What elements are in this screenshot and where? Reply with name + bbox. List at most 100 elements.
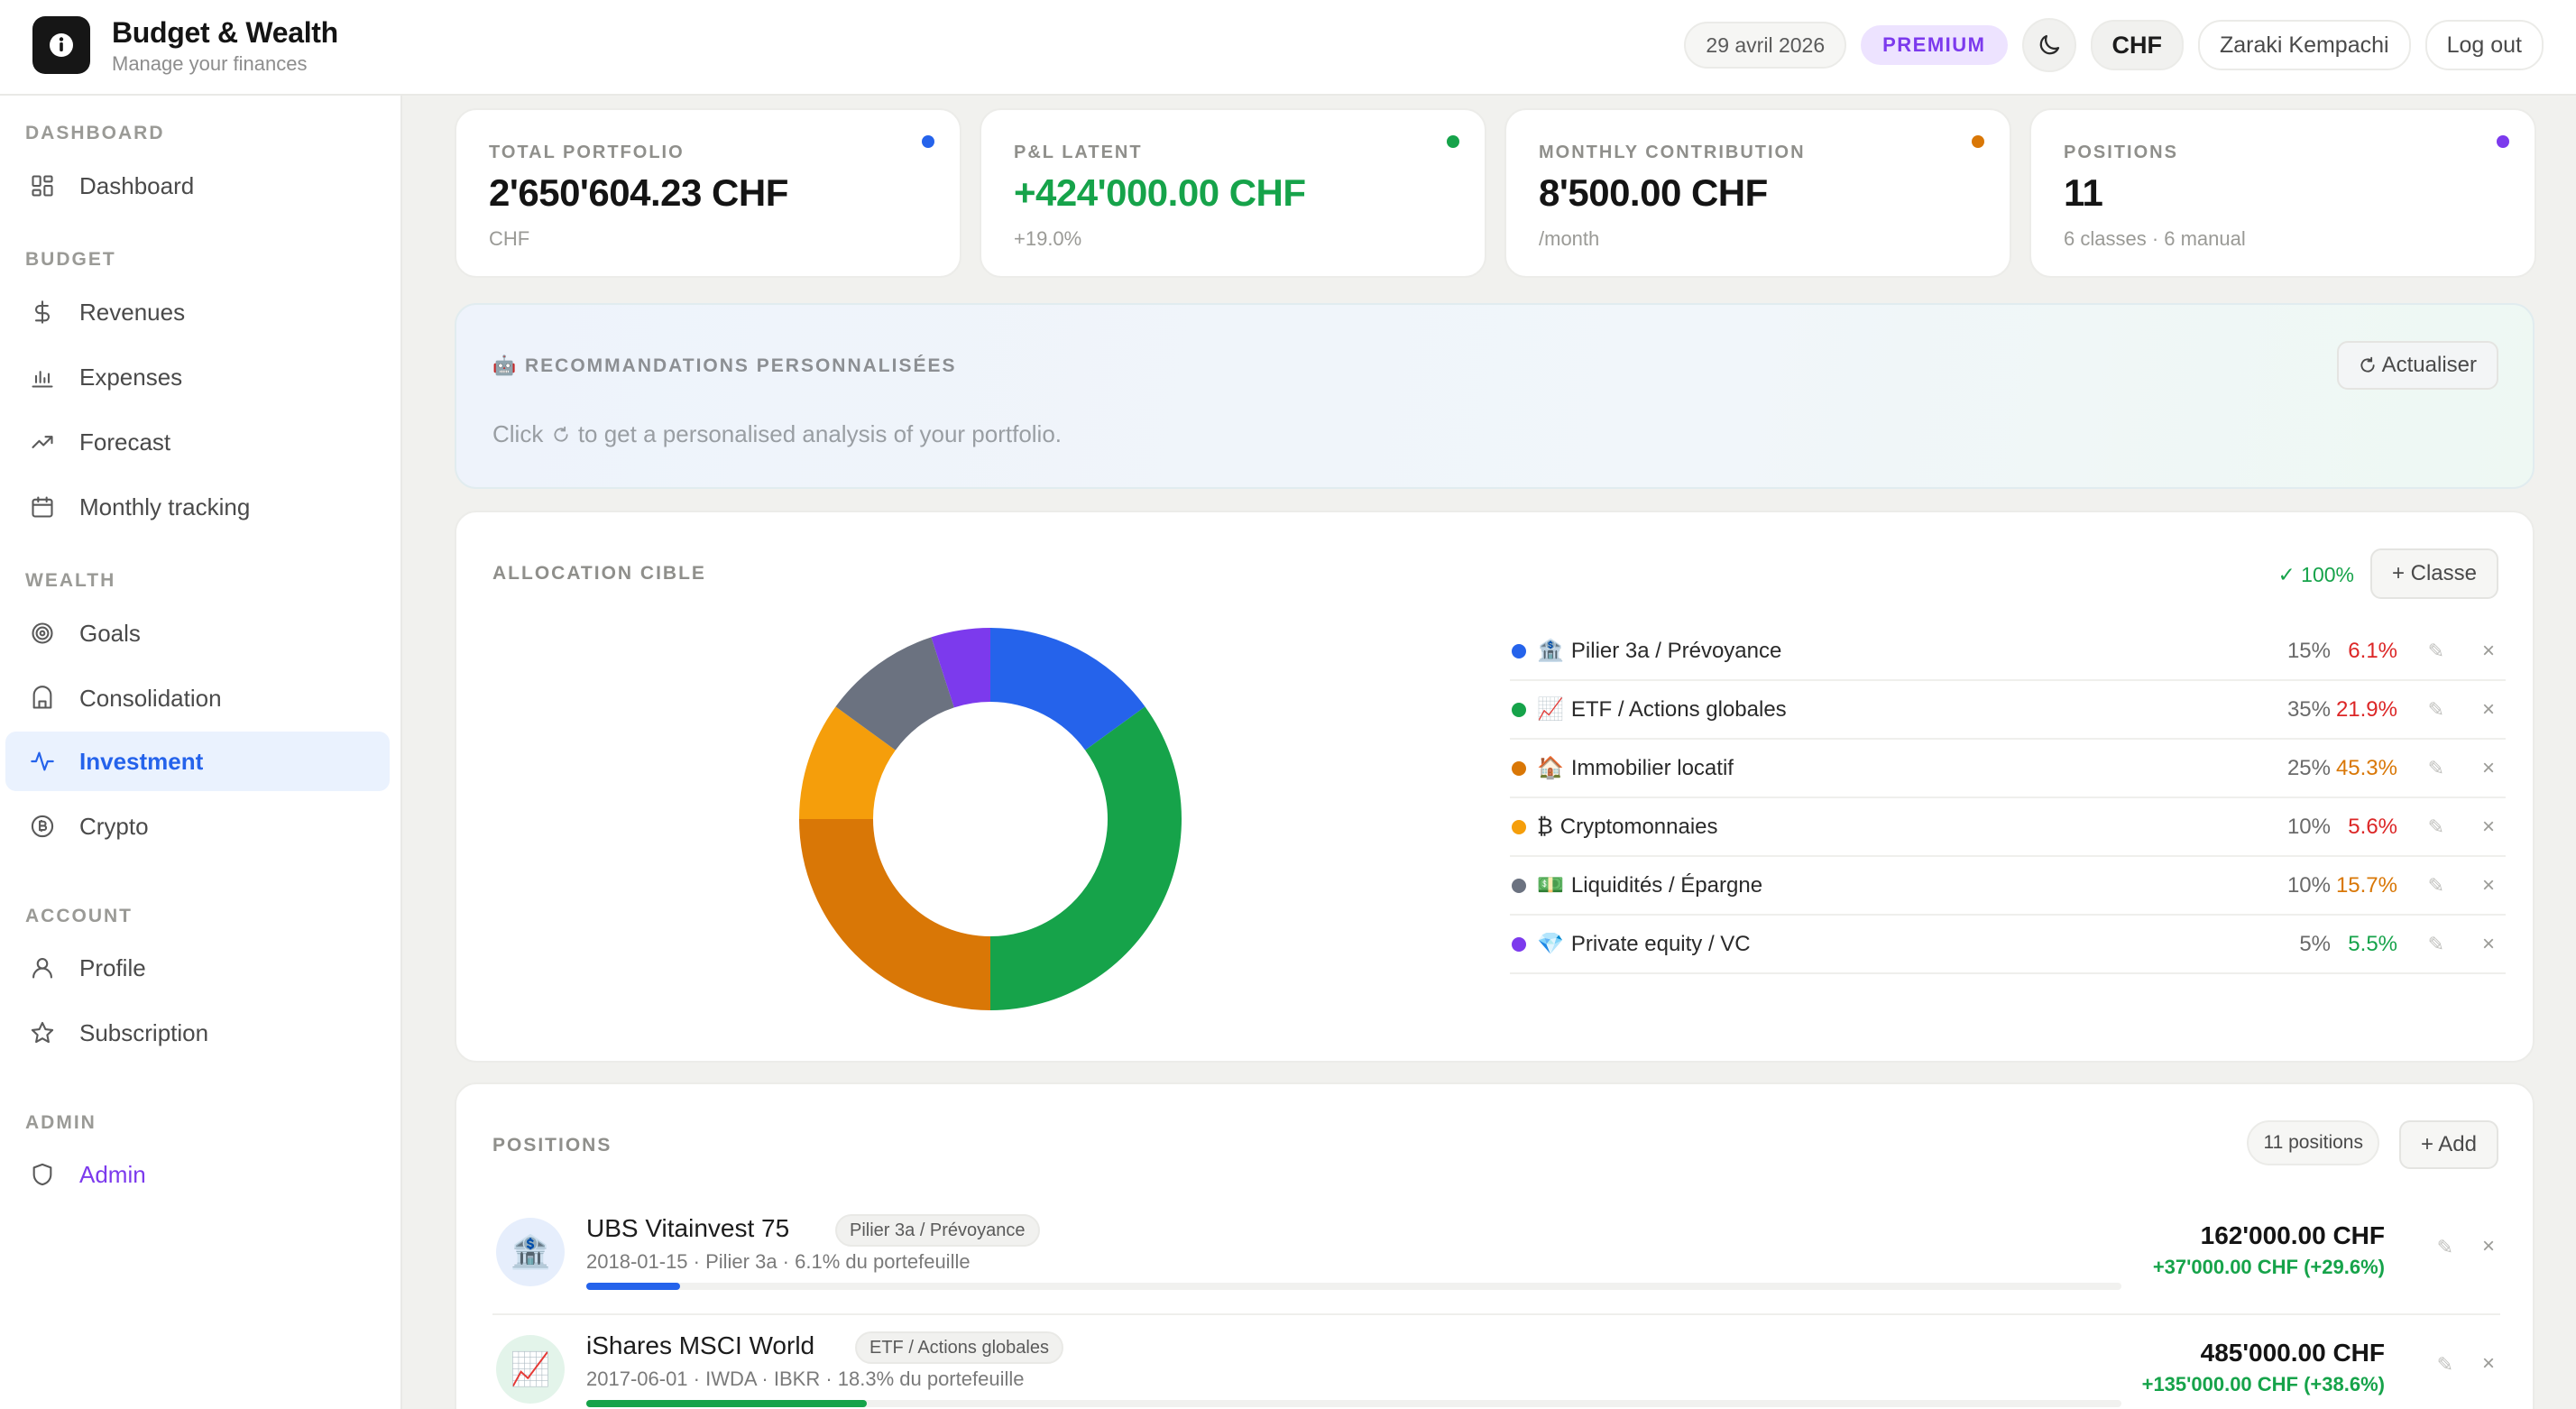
position-row-ubs-vitainvest[interactable]: 🏦 UBS Vitainvest 75 Pilier 3a / Prévoyan… [492,1200,2500,1315]
target-percent: 25% [2286,755,2331,780]
positions-title: POSITIONS [492,1135,612,1156]
edit-pencil-icon[interactable]: ✎ [2428,815,2444,839]
position-class-tag: Pilier 3a / Prévoyance [835,1214,1040,1247]
bar-chart-icon [27,362,58,392]
target-percent: 10% [2286,814,2331,839]
delete-x-icon[interactable]: × [2482,756,2495,781]
stat-card-total-portfolio: TOTAL PORTFOLIO 2'650'604.23 CHF CHF [455,108,961,278]
allocation-row-pilier3a: 🏦 Pilier 3a / Prévoyance 15% 6.1% ✎ × [1510,622,2506,681]
stat-label: P&L LATENT [1014,143,1143,162]
sidebar-section-dashboard: DASHBOARD [25,123,165,143]
sidebar-item-crypto[interactable]: Crypto [5,797,390,856]
add-class-button[interactable]: + Classe [2369,548,2498,599]
add-position-button[interactable]: + Add [2398,1120,2498,1169]
edit-pencil-icon[interactable]: ✎ [2437,1353,2453,1377]
bitcoin-icon [27,811,58,842]
sidebar-item-consolidation[interactable]: Consolidation [5,668,390,728]
delete-x-icon[interactable]: × [2482,873,2495,898]
stat-card-pl-latent: P&L LATENT +424'000.00 CHF +19.0% [980,108,1486,278]
bank-emoji-icon: 🏦 [496,1218,565,1286]
sidebar-item-profile[interactable]: Profile [5,938,390,998]
allocation-total-badge: ✓ 100% [2277,563,2355,586]
position-weight-bar [586,1283,2121,1290]
chart-emoji-icon: 📈 [1537,697,1564,722]
legend-dot [1512,819,1526,834]
position-name: iShares MSCI World [586,1331,815,1359]
refresh-button[interactable]: Actualiser [2336,341,2498,390]
currency-selector[interactable]: CHF [2090,20,2184,70]
sidebar-section-admin: ADMIN [25,1112,97,1133]
actual-percent: 15.7% [2335,872,2397,898]
position-weight-bar [586,1400,2121,1407]
delete-x-icon[interactable]: × [2482,1234,2495,1259]
delete-x-icon[interactable]: × [2482,1351,2495,1377]
legend-dot [1512,760,1526,776]
user-menu[interactable]: Zaraki Kempachi [2198,20,2411,70]
edit-pencil-icon[interactable]: ✎ [2428,933,2444,956]
sidebar-item-revenues[interactable]: Revenues [5,282,390,342]
app-logo-icon[interactable] [32,16,90,74]
delete-x-icon[interactable]: × [2482,815,2495,840]
sidebar-item-label: Revenues [79,298,186,326]
recommendations-title-text: RECOMMANDATIONS PERSONNALISÉES [525,355,957,376]
trending-up-icon [27,427,58,457]
position-weight-fill [586,1400,868,1407]
edit-pencil-icon[interactable]: ✎ [2428,757,2444,780]
sidebar-item-label: Goals [79,619,141,647]
allocation-row-crypto: ₿ Cryptomonnaies 10% 5.6% ✎ × [1510,798,2506,857]
allocation-row-private-equity: 💎 Private equity / VC 5% 5.5% ✎ × [1510,916,2506,974]
delete-x-icon[interactable]: × [2482,697,2495,723]
sidebar-item-monthly-tracking[interactable]: Monthly tracking [5,477,390,537]
stat-label: MONTHLY CONTRIBUTION [1539,143,1806,162]
delete-x-icon[interactable]: × [2482,932,2495,957]
allocation-row-immobilier: 🏠 Immobilier locatif 25% 45.3% ✎ × [1510,740,2506,798]
sidebar-item-label: Subscription [79,1018,209,1046]
stat-label: TOTAL PORTFOLIO [489,143,685,162]
class-name: Liquidités / Épargne [1570,872,1763,898]
recommendations-card: 🤖 RECOMMANDATIONS PERSONNALISÉES Actuali… [455,303,2535,489]
dark-mode-toggle[interactable] [2021,18,2076,72]
stat-sub: /month [1539,227,1600,250]
sidebar-section-account: ACCOUNT [25,906,133,926]
stat-sub: 6 classes · 6 manual [2064,227,2246,250]
sidebar-item-label: Expenses [79,363,183,391]
edit-pencil-icon[interactable]: ✎ [2428,698,2444,722]
class-name: Private equity / VC [1570,931,1751,956]
allocation-row-liquidites: 💵 Liquidités / Épargne 10% 15.7% ✎ × [1510,857,2506,916]
edit-pencil-icon[interactable]: ✎ [2437,1236,2453,1259]
edit-pencil-icon[interactable]: ✎ [2428,874,2444,898]
recommendations-message: Click to get a personalised analysis of … [492,420,1062,448]
house-emoji-icon: 🏠 [1537,756,1564,780]
sidebar-item-investment[interactable]: Investment [5,732,390,791]
sidebar-item-label: Admin [79,1160,146,1188]
edit-pencil-icon[interactable]: ✎ [2428,640,2444,663]
logout-button[interactable]: Log out [2424,20,2544,70]
sidebar-item-forecast[interactable]: Forecast [5,412,390,472]
legend-dot [1512,702,1526,717]
app-subtitle: Manage your finances [112,52,308,75]
stat-sub: CHF [489,227,530,250]
target-icon [27,618,58,649]
actual-percent: 6.1% [2348,638,2397,663]
actual-percent: 5.5% [2348,931,2397,956]
legend-dot [1512,643,1526,658]
sidebar-item-dashboard[interactable]: Dashboard [5,156,390,216]
position-weight-fill [586,1283,680,1290]
sidebar-item-admin[interactable]: Admin [5,1145,390,1204]
activity-icon [27,746,58,777]
actual-percent: 45.3% [2335,755,2397,780]
top-bar: Budget & Wealth Manage your finances 29 … [0,0,2576,96]
stat-value: 8'500.00 CHF [1539,171,1768,214]
position-row-ishares-msci-world[interactable]: 📈 iShares MSCI World ETF / Actions globa… [492,1317,2500,1409]
target-percent: 15% [2286,638,2331,663]
sidebar-item-goals[interactable]: Goals [5,603,390,663]
sidebar-item-subscription[interactable]: Subscription [5,1003,390,1063]
position-gain: +135'000.00 CHF (+38.6%) [2141,1373,2385,1395]
status-dot [922,135,934,148]
sidebar-item-expenses[interactable]: Expenses [5,347,390,407]
allocation-card: ALLOCATION CIBLE ✓ 100% + Classe 🏦 Pilie… [455,511,2535,1063]
refresh-label: Actualiser [2381,353,2477,377]
refresh-icon [2360,356,2375,373]
allocation-donut-chart [799,628,1182,1010]
delete-x-icon[interactable]: × [2482,639,2495,664]
